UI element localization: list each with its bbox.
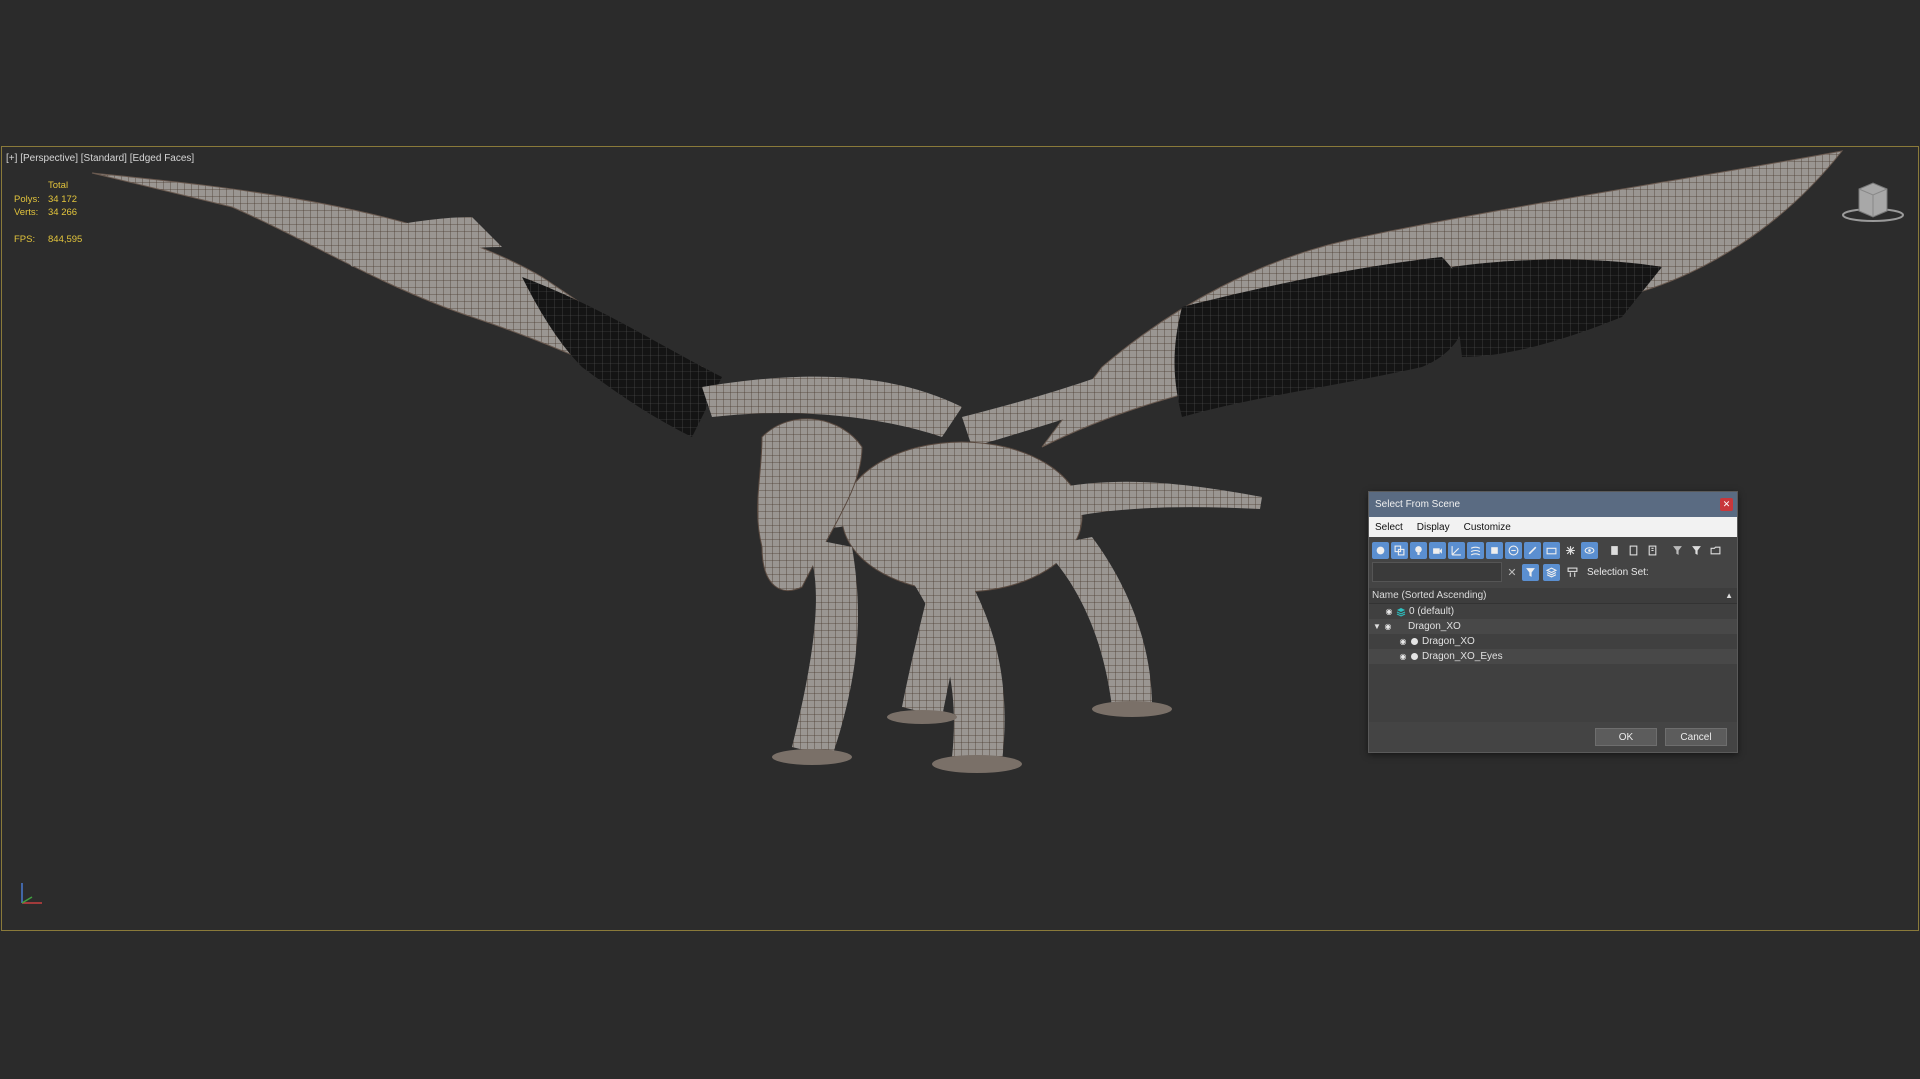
display-none-icon[interactable] — [1625, 542, 1642, 559]
visibility-eye-icon[interactable]: ◉ — [1383, 607, 1395, 616]
dialog-titlebar[interactable]: Select From Scene ✕ — [1369, 492, 1737, 517]
cancel-button[interactable]: Cancel — [1665, 728, 1727, 746]
invert-display-icon[interactable] — [1644, 542, 1661, 559]
layers-toggle-icon[interactable] — [1543, 563, 1560, 581]
groups-icon[interactable] — [1486, 541, 1503, 559]
bottom-empty-band — [0, 931, 1920, 1079]
tree-row-object-dragon-eyes[interactable]: ◉ Dragon_XO_Eyes — [1369, 649, 1737, 664]
ok-button[interactable]: OK — [1595, 728, 1657, 746]
clear-search-icon[interactable]: ✕ — [1506, 566, 1518, 579]
selection-set-label: Selection Set: — [1587, 566, 1649, 578]
spacewarps-icon[interactable] — [1467, 541, 1484, 559]
tree-row-layer-dragon[interactable]: ▼ ◉ Dragon_XO — [1369, 619, 1737, 634]
geometry-object-icon — [1411, 638, 1418, 645]
geometry-icon[interactable] — [1372, 541, 1389, 559]
close-icon[interactable]: ✕ — [1720, 498, 1733, 511]
tree-label: Dragon_XO — [1422, 636, 1475, 647]
helpers-icon[interactable] — [1448, 541, 1465, 559]
scene-tree: ◉ 0 (default) ▼ ◉ Dragon_XO ◉ Dragon_XO … — [1369, 604, 1737, 722]
select-from-scene-dialog: Select From Scene ✕ Select Display Custo… — [1368, 491, 1738, 753]
dialog-menubar: Select Display Customize — [1369, 517, 1737, 537]
filter-icon[interactable] — [1669, 542, 1686, 559]
column-header-label: Name (Sorted Ascending) — [1372, 590, 1487, 601]
visibility-eye-icon[interactable]: ◉ — [1397, 652, 1409, 661]
search-row: ✕ Selection Set: — [1369, 561, 1737, 583]
frozen-icon[interactable] — [1562, 542, 1579, 559]
visibility-eye-icon[interactable]: ◉ — [1397, 637, 1409, 646]
axis-tripod-icon — [21, 883, 42, 904]
geometry-object-icon — [1411, 653, 1418, 660]
display-all-icon[interactable] — [1606, 542, 1623, 559]
hidden-icon[interactable] — [1581, 541, 1598, 559]
collapse-arrow-icon[interactable]: ▼ — [1372, 622, 1382, 631]
funnel-icon[interactable] — [1688, 542, 1705, 559]
xrefs-icon[interactable] — [1505, 541, 1522, 559]
tree-label: 0 (default) — [1409, 606, 1455, 617]
layer-stack-icon — [1396, 607, 1406, 617]
tree-row-layer-default[interactable]: ◉ 0 (default) — [1369, 604, 1737, 619]
tree-row-object-dragon[interactable]: ◉ Dragon_XO — [1369, 634, 1737, 649]
cameras-icon[interactable] — [1429, 541, 1446, 559]
dialog-title: Select From Scene — [1375, 499, 1461, 510]
dialog-footer: OK Cancel — [1369, 722, 1737, 752]
menu-select[interactable]: Select — [1375, 522, 1403, 533]
selection-set-icon[interactable] — [1564, 564, 1581, 581]
find-case-icon[interactable] — [1522, 563, 1539, 581]
menu-display[interactable]: Display — [1417, 522, 1450, 533]
lights-icon[interactable] — [1410, 541, 1427, 559]
tree-label: Dragon_XO_Eyes — [1422, 651, 1503, 662]
containers-icon[interactable] — [1543, 541, 1560, 559]
shapes-icon[interactable] — [1391, 541, 1408, 559]
name-column-header[interactable]: Name (Sorted Ascending) ▲ — [1369, 588, 1737, 604]
sort-ascending-icon: ▲ — [1725, 591, 1733, 600]
top-empty-band — [0, 0, 1920, 146]
search-input[interactable] — [1372, 562, 1502, 582]
viewcube-icon[interactable] — [1841, 177, 1905, 227]
menu-customize[interactable]: Customize — [1464, 522, 1511, 533]
filter-toolbar — [1369, 539, 1737, 561]
bones-icon[interactable] — [1524, 541, 1541, 559]
folder-icon[interactable] — [1707, 542, 1724, 559]
visibility-eye-icon[interactable]: ◉ — [1382, 622, 1394, 631]
tree-label: Dragon_XO — [1408, 621, 1461, 632]
